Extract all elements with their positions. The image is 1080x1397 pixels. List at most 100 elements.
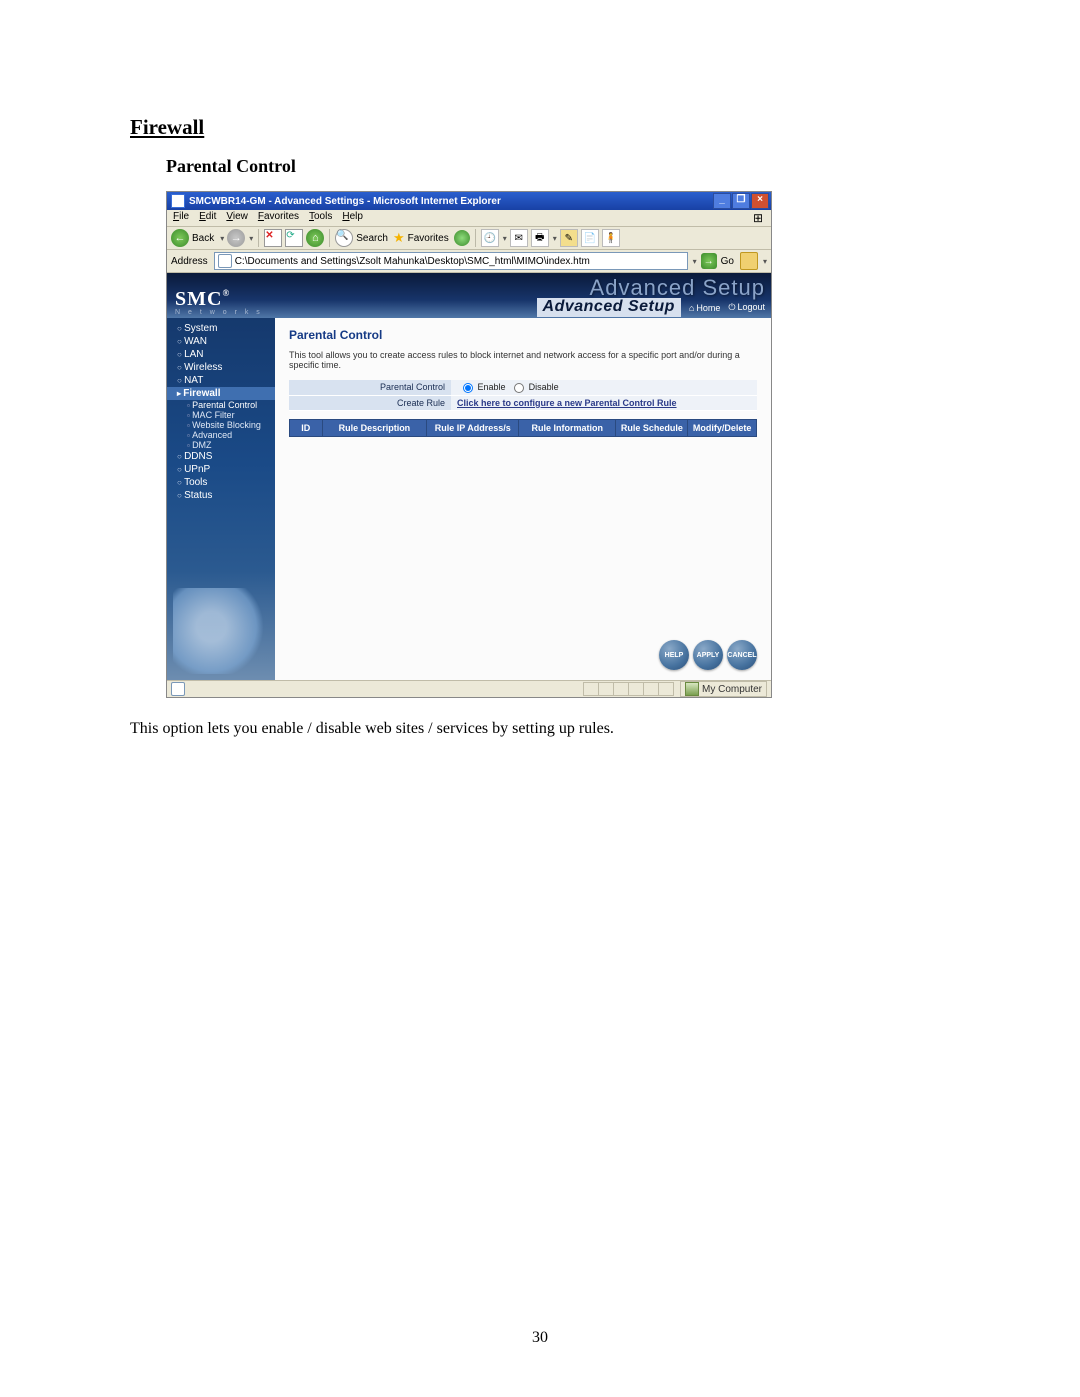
menu-tools[interactable]: Tools	[307, 211, 334, 225]
discuss-button[interactable]: 📄	[581, 229, 599, 247]
toolbar-separator	[329, 229, 330, 247]
back-button[interactable]: ←	[171, 229, 189, 247]
home-link[interactable]: ⌂Home	[689, 303, 720, 313]
create-rule-link[interactable]: Click here to configure a new Parental C…	[457, 398, 677, 408]
panel-description: This tool allows you to create access ru…	[289, 350, 757, 370]
body-text: This option lets you enable / disable we…	[130, 720, 950, 738]
sidebar-decorative-image	[173, 588, 269, 674]
disable-label: Disable	[529, 382, 559, 392]
messenger-button[interactable]: 🧍	[602, 229, 620, 247]
forward-dropdown-icon[interactable]: ▾	[249, 234, 253, 243]
sidebar-item-wireless[interactable]: Wireless	[167, 361, 275, 374]
col-rule-ip: Rule IP Address/s	[427, 419, 519, 436]
media-button[interactable]	[454, 230, 470, 246]
sidebar-item-upnp[interactable]: UPnP	[167, 463, 275, 476]
history-dropdown-icon[interactable]: ▾	[503, 234, 507, 243]
sidebar-sub-website-blocking[interactable]: Website Blocking	[167, 420, 275, 430]
manual-page: Firewall Parental Control SMCWBR14-GM - …	[0, 0, 1080, 1397]
edit-button[interactable]: ✎	[560, 229, 578, 247]
status-page-icon	[171, 682, 185, 696]
row-parental-control-label: Parental Control	[289, 380, 451, 395]
config-table: Parental Control Enable Disable Create R…	[289, 380, 757, 411]
router-content: System WAN LAN Wireless NAT Firewall Par…	[167, 318, 771, 680]
sidebar-nav: System WAN LAN Wireless NAT Firewall Par…	[167, 318, 275, 680]
logout-link[interactable]: ⏻Logout	[728, 302, 765, 313]
toolbar-separator	[258, 229, 259, 247]
disable-radio[interactable]	[514, 383, 524, 393]
sidebar-sub-parental-control[interactable]: Parental Control	[167, 400, 275, 410]
sidebar-item-system[interactable]: System	[167, 322, 275, 335]
col-id: ID	[290, 419, 323, 436]
rules-table-header: ID Rule Description Rule IP Address/s Ru…	[289, 419, 757, 437]
menu-bar: File Edit View Favorites Tools Help ⊞	[167, 210, 771, 227]
my-computer-icon	[685, 682, 699, 696]
sidebar-item-lan[interactable]: LAN	[167, 348, 275, 361]
go-label: Go	[721, 256, 734, 267]
sidebar-item-tools[interactable]: Tools	[167, 476, 275, 489]
search-label[interactable]: Search	[356, 233, 388, 244]
address-value: C:\Documents and Settings\Zsolt Mahunka\…	[235, 256, 590, 267]
logout-icon: ⏻	[728, 302, 735, 312]
router-screenshot: SMCWBR14-GM - Advanced Settings - Micros…	[166, 191, 772, 698]
address-label: Address	[171, 256, 208, 267]
sidebar-sub-dmz[interactable]: DMZ	[167, 440, 275, 450]
status-cells	[583, 682, 674, 696]
action-buttons: HELP APPLY CANCEL	[659, 640, 757, 670]
favorites-star-icon[interactable]: ★	[393, 230, 405, 246]
menu-edit[interactable]: Edit	[197, 211, 218, 225]
row-create-rule-label: Create Rule	[289, 395, 451, 410]
col-rule-schedule: Rule Schedule	[616, 419, 688, 436]
address-input[interactable]: C:\Documents and Settings\Zsolt Mahunka\…	[214, 252, 688, 270]
sidebar-item-firewall[interactable]: Firewall	[167, 387, 275, 400]
windows-flag-icon: ⊞	[749, 211, 767, 225]
favorites-label[interactable]: Favorites	[408, 233, 449, 244]
status-zone: My Computer	[680, 681, 767, 697]
maximize-button[interactable]: ❐	[732, 193, 750, 209]
sidebar-sub-advanced[interactable]: Advanced	[167, 430, 275, 440]
cancel-button[interactable]: CANCEL	[727, 640, 757, 670]
go-button[interactable]: →	[701, 253, 717, 269]
sidebar-item-status[interactable]: Status	[167, 489, 275, 502]
enable-radio[interactable]	[463, 383, 473, 393]
ie-app-icon	[171, 194, 185, 208]
banner-subtitle: Advanced Setup	[543, 298, 675, 316]
home-icon: ⌂	[689, 303, 694, 313]
panel-title: Parental Control	[289, 328, 757, 342]
menu-favorites[interactable]: Favorites	[256, 211, 301, 225]
sidebar-item-nat[interactable]: NAT	[167, 374, 275, 387]
refresh-button[interactable]: ⟳	[285, 229, 303, 247]
help-button[interactable]: HELP	[659, 640, 689, 670]
back-dropdown-icon[interactable]: ▾	[220, 234, 224, 243]
mail-button[interactable]: ✉	[510, 229, 528, 247]
history-button[interactable]: 🕘	[481, 229, 499, 247]
menu-file[interactable]: File	[171, 211, 191, 225]
sidebar-item-ddns[interactable]: DDNS	[167, 450, 275, 463]
sidebar-item-wan[interactable]: WAN	[167, 335, 275, 348]
heading-firewall: Firewall	[130, 115, 950, 140]
search-icon[interactable]: 🔍	[335, 229, 353, 247]
address-dropdown-icon[interactable]: ▾	[693, 257, 697, 266]
window-titlebar: SMCWBR14-GM - Advanced Settings - Micros…	[167, 192, 771, 210]
col-modify-delete: Modify/Delete	[688, 419, 757, 436]
links-dropdown-icon[interactable]: ▾	[763, 257, 767, 266]
toolbar: ← Back ▾ → ▾ ✕ ⟳ ⌂ 🔍 Search ★ Favorites …	[167, 227, 771, 250]
menu-help[interactable]: Help	[340, 211, 365, 225]
close-button[interactable]: ×	[751, 193, 769, 209]
apply-button[interactable]: APPLY	[693, 640, 723, 670]
stop-button[interactable]: ✕	[264, 229, 282, 247]
print-button[interactable]: 🖶	[531, 229, 549, 247]
col-rule-information: Rule Information	[519, 419, 616, 436]
forward-button[interactable]: →	[227, 229, 245, 247]
home-button[interactable]: ⌂	[306, 229, 324, 247]
sidebar-sub-mac-filter[interactable]: MAC Filter	[167, 410, 275, 420]
toolbar-separator	[475, 229, 476, 247]
page-number: 30	[0, 1329, 1080, 1347]
minimize-button[interactable]: _	[713, 193, 731, 209]
menu-view[interactable]: View	[224, 211, 250, 225]
status-bar: My Computer	[167, 680, 771, 697]
back-label: Back	[192, 233, 214, 244]
address-bar: Address C:\Documents and Settings\Zsolt …	[167, 250, 771, 273]
links-button[interactable]	[740, 252, 758, 270]
print-dropdown-icon[interactable]: ▾	[553, 234, 557, 243]
page-icon	[218, 254, 232, 268]
